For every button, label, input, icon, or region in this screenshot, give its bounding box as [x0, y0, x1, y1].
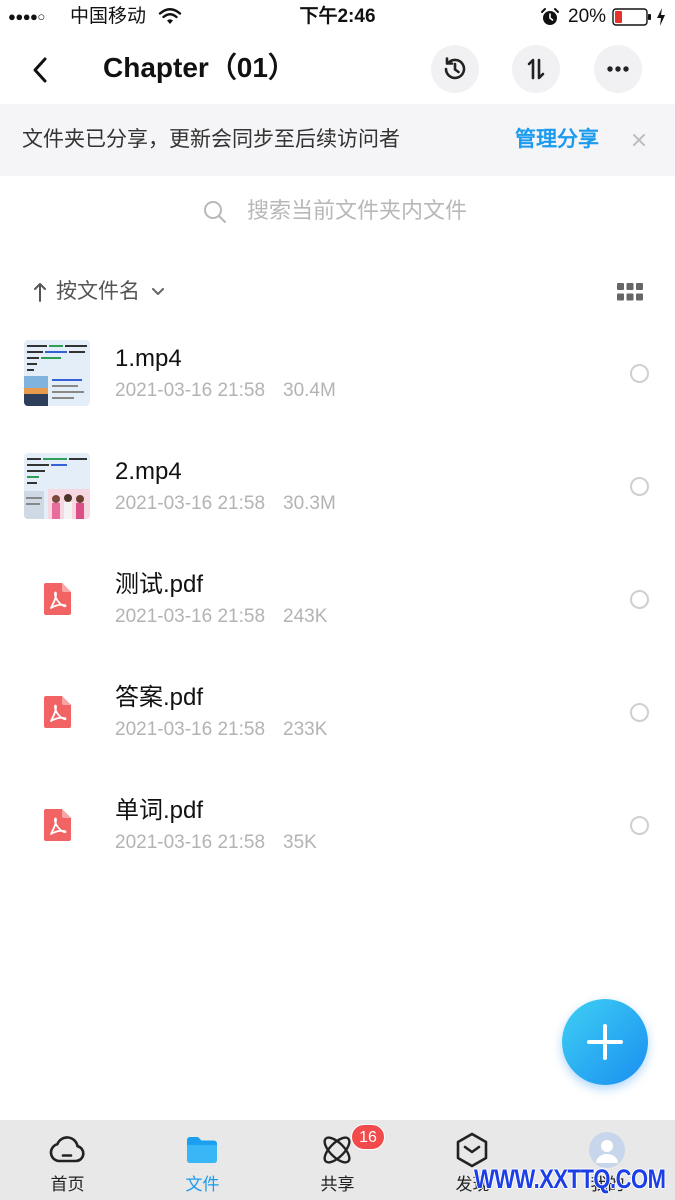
file-meta: 2021-03-16 21:58 35K: [115, 831, 317, 855]
select-radio[interactable]: [630, 590, 649, 609]
thumb-photo: [24, 489, 90, 519]
select-radio[interactable]: [630, 477, 649, 496]
file-date: 2021-03-16 21:58: [115, 493, 266, 514]
file-size: 243K: [283, 606, 328, 627]
video-thumbnail: [24, 453, 90, 519]
select-radio[interactable]: [630, 816, 649, 835]
file-row[interactable]: 1.mp4 2021-03-16 21:58 30.4M: [0, 316, 675, 429]
charging-icon: [656, 8, 666, 26]
avatar-icon: [588, 1132, 626, 1168]
search-icon: [203, 200, 227, 224]
file-meta: 2021-03-16 21:58 30.4M: [115, 379, 336, 403]
pdf-icon: [42, 808, 72, 842]
file-row[interactable]: 答案.pdf 2021-03-16 21:58 233K: [0, 655, 675, 768]
discover-icon: [453, 1132, 491, 1168]
history-icon: [444, 57, 466, 80]
file-date: 2021-03-16 21:58: [115, 380, 266, 401]
add-button[interactable]: [562, 999, 648, 1085]
notification-badge: 16: [351, 1124, 385, 1150]
pdf-icon: [42, 695, 72, 729]
more-button[interactable]: [594, 45, 642, 93]
file-size: 30.4M: [283, 380, 336, 401]
select-radio[interactable]: [630, 703, 649, 722]
banner-message: 文件夹已分享，更新会同步至后续访问者: [22, 128, 400, 151]
plus-icon: [587, 1024, 623, 1060]
pdf-icon: [42, 582, 72, 616]
video-thumbnail: [24, 340, 90, 406]
thumb-photo: [24, 376, 48, 406]
folder-icon: [183, 1132, 221, 1168]
sort-button[interactable]: [512, 45, 560, 93]
watermark: WWW.XXTTQ.COM: [474, 1164, 666, 1194]
arrow-up-icon: [33, 282, 47, 302]
sort-label: 按文件名: [56, 280, 140, 303]
file-name: 测试.pdf: [115, 571, 204, 598]
file-date: 2021-03-16 21:58: [115, 719, 266, 740]
battery-icon: [612, 8, 652, 26]
alarm-icon: [540, 7, 560, 27]
file-date: 2021-03-16 21:58: [115, 832, 266, 853]
banner-close-button[interactable]: [632, 133, 646, 147]
file-date: 2021-03-16 21:58: [115, 606, 266, 627]
file-row[interactable]: 2.mp4 2021-03-16 21:58 30.3M: [0, 429, 675, 542]
page-title: Chapter（01）: [103, 52, 296, 83]
manage-share-link[interactable]: 管理分享: [515, 127, 599, 153]
file-size: 30.3M: [283, 493, 336, 514]
chevron-left-icon: [33, 57, 47, 83]
file-size: 35K: [283, 832, 317, 853]
share-banner: 文件夹已分享，更新会同步至后续访问者 管理分享: [0, 104, 675, 176]
file-row[interactable]: 测试.pdf 2021-03-16 21:58 243K: [0, 542, 675, 655]
file-meta: 2021-03-16 21:58 243K: [115, 605, 327, 629]
back-button[interactable]: [30, 56, 52, 84]
select-radio[interactable]: [630, 364, 649, 383]
file-name: 单词.pdf: [115, 797, 204, 824]
chevron-down-icon: [152, 288, 164, 296]
search-input[interactable]: [247, 196, 607, 226]
tab-label: 共享: [320, 1175, 355, 1194]
more-icon: [607, 66, 629, 72]
tab-label: 首页: [50, 1175, 85, 1194]
file-size: 233K: [283, 719, 328, 740]
close-icon: [633, 134, 645, 146]
sort-icon: [527, 58, 545, 80]
file-row[interactable]: 单词.pdf 2021-03-16 21:58 35K: [0, 768, 675, 881]
grid-view-button[interactable]: [617, 283, 643, 301]
tab-label: 文件: [185, 1175, 220, 1194]
file-name: 答案.pdf: [115, 684, 204, 711]
history-button[interactable]: [431, 45, 479, 93]
tab-files[interactable]: 文件: [135, 1120, 270, 1200]
file-name: 1.mp4: [115, 345, 182, 372]
grid-view-icon: [617, 283, 643, 301]
cloud-icon: [48, 1132, 86, 1168]
tab-home[interactable]: 首页: [0, 1120, 135, 1200]
file-meta: 2021-03-16 21:58 233K: [115, 718, 327, 742]
tab-share[interactable]: 16 共享: [270, 1120, 405, 1200]
file-name: 2.mp4: [115, 458, 182, 485]
battery-percent: 20%: [568, 6, 607, 27]
file-meta: 2021-03-16 21:58 30.3M: [115, 492, 336, 516]
